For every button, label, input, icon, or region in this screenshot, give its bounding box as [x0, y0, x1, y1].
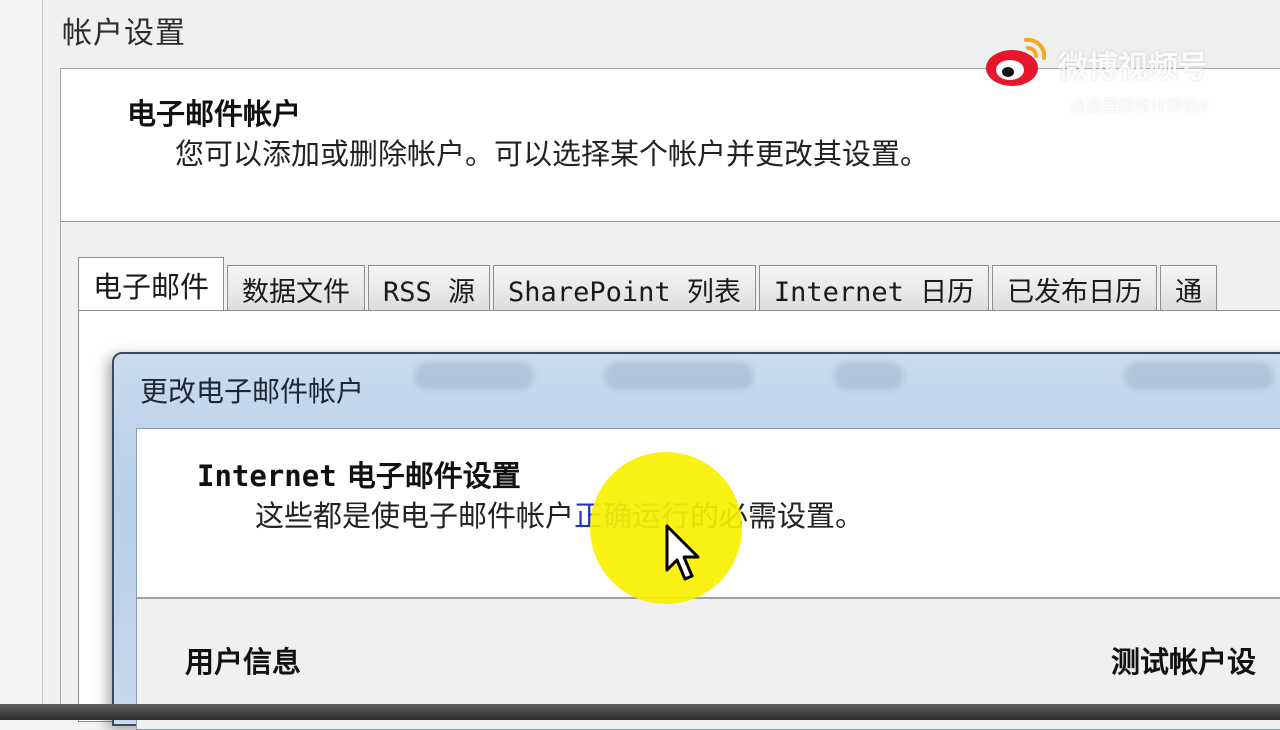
tab-internet-calendars[interactable]: Internet 日历 — [758, 265, 990, 312]
email-accounts-description: 您可以添加或删除帐户。可以选择某个帐户并更改其设置。 — [175, 137, 930, 171]
dialog-title: 更改电子邮件帐户 — [140, 375, 365, 408]
heading-cjk: 电子邮件设置 — [346, 459, 521, 493]
tab-rss-feeds[interactable]: RSS 源 — [368, 265, 491, 312]
titlebar-reflection — [604, 362, 754, 390]
test-account-section-title: 测试帐户设 — [1111, 645, 1257, 679]
internet-email-settings-heading: Internet 电子邮件设置 — [197, 453, 521, 495]
window-title: 帐户设置 — [62, 16, 186, 51]
video-watermark: 微博视频号 @远程维修计算机9 — [984, 34, 1264, 115]
taskbar-edge — [0, 704, 1280, 720]
tab-email[interactable]: 电子邮件 — [78, 257, 225, 312]
titlebar-reflection — [414, 362, 534, 390]
titlebar-reflection — [1124, 362, 1274, 390]
tab-address-books[interactable]: 通 — [1160, 265, 1218, 312]
weibo-logo-icon — [986, 37, 1047, 86]
email-accounts-heading: 电子邮件帐户 — [127, 97, 302, 131]
settings-description: 这些都是使电子邮件帐户正确运行的必需设置。 — [255, 493, 864, 535]
heading-latin: Internet — [197, 459, 337, 493]
mouse-pointer-icon — [665, 524, 700, 581]
tab-sharepoint-lists[interactable]: SharePoint 列表 — [493, 265, 756, 312]
user-info-section-title: 用户信息 — [185, 645, 302, 679]
tab-published-calendars[interactable]: 已发布日历 — [992, 265, 1158, 312]
desc-part1: 这些都是使电子邮件帐户 — [255, 499, 575, 533]
titlebar-reflection — [834, 362, 904, 390]
tab-data-files[interactable]: 数据文件 — [227, 265, 366, 312]
watermark-handle: @远程维修计算机9 — [1070, 96, 1209, 115]
tab-strip: 电子邮件 数据文件 RSS 源 SharePoint 列表 Internet 日… — [78, 256, 1220, 312]
watermark-brand: 微博视频号 — [1058, 50, 1208, 85]
